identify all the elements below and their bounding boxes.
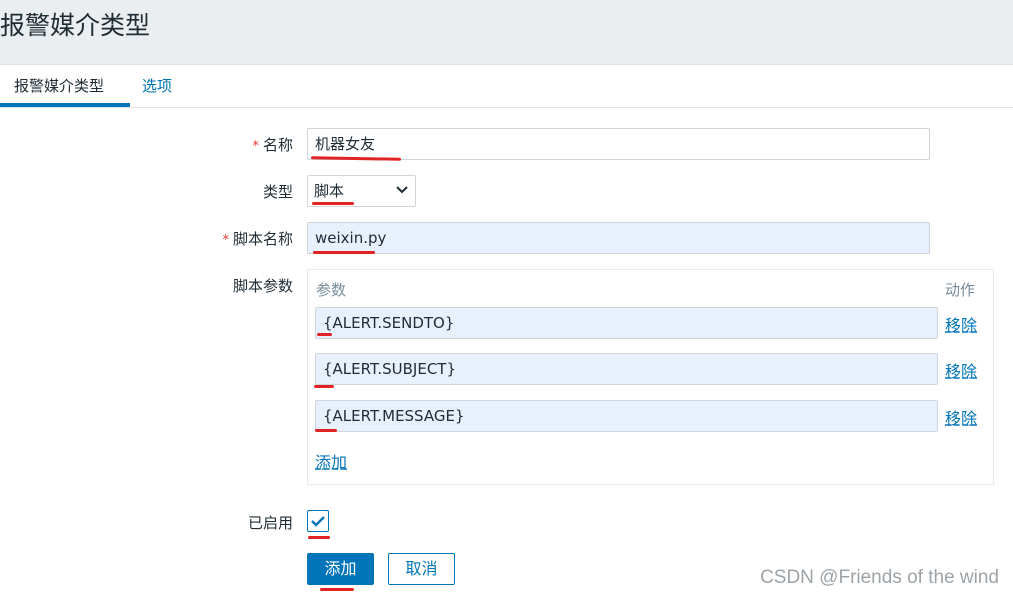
annotation-underline (310, 156, 402, 161)
annotation-underline (315, 429, 337, 432)
chevron-down-icon (396, 186, 408, 194)
remove-param-link[interactable]: 移除 (945, 405, 977, 429)
name-label: * 名称 (252, 136, 293, 154)
annotation-underline (314, 385, 334, 388)
script-name-label: * 脚本名称 (222, 230, 293, 248)
param-column-header: 参数 (316, 281, 347, 299)
watermark: CSDN @Friends of the wind (760, 567, 999, 588)
action-column-header: 动作 (945, 281, 976, 299)
annotation-underline (308, 536, 330, 539)
name-input[interactable]: 机器女友 (307, 128, 930, 160)
enabled-label: 已启用 (247, 514, 293, 532)
type-label: 类型 (262, 183, 293, 201)
add-param-link[interactable]: 添加 (315, 449, 347, 473)
annotation-underline (313, 251, 375, 254)
annotation-underline (317, 333, 332, 336)
active-tab-indicator (0, 103, 130, 107)
param-input-message[interactable]: {ALERT.MESSAGE} (315, 400, 938, 432)
cancel-button[interactable]: 取消 (388, 553, 455, 585)
enabled-checkbox[interactable] (307, 510, 329, 532)
tab-bar: 报警媒介类型 选项 (0, 65, 1013, 108)
tab-options[interactable]: 选项 (142, 75, 172, 96)
add-button[interactable]: 添加 (307, 553, 374, 585)
check-icon (311, 516, 325, 527)
annotation-underline (320, 588, 354, 591)
required-mark: * (252, 139, 259, 154)
param-input-subject[interactable]: {ALERT.SUBJECT} (315, 353, 938, 385)
script-params-label: 脚本参数 (232, 277, 293, 295)
tab-media-type[interactable]: 报警媒介类型 (14, 75, 104, 96)
remove-param-link[interactable]: 移除 (945, 312, 977, 336)
required-mark: * (222, 233, 229, 248)
remove-param-link[interactable]: 移除 (945, 358, 977, 382)
type-select-value: 脚本 (314, 182, 345, 200)
param-input-sendto[interactable]: {ALERT.SENDTO} (315, 307, 938, 339)
page-header: 报警媒介类型 (0, 0, 1013, 65)
annotation-underline (312, 202, 354, 205)
page-title: 报警媒介类型 (0, 11, 151, 40)
script-name-input[interactable]: weixin.py (307, 222, 930, 254)
